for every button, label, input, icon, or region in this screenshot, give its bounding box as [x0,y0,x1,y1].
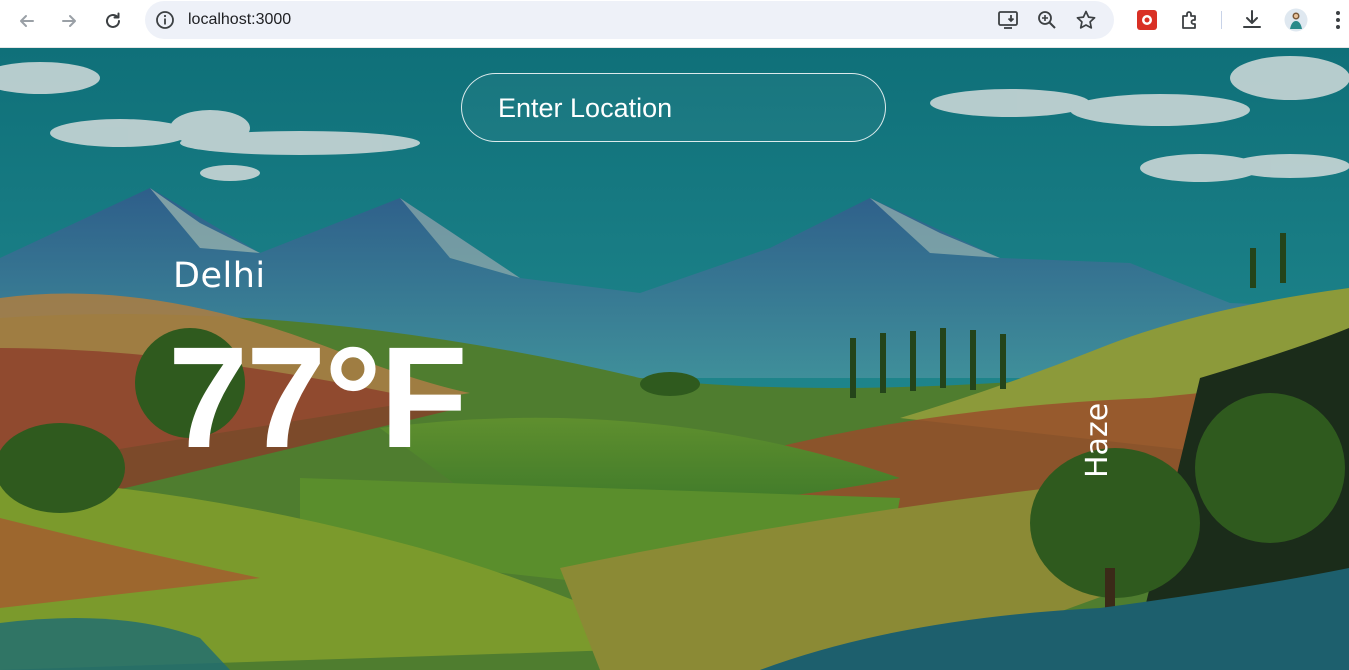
puzzle-icon[interactable] [1178,8,1202,32]
toolbar-divider [1221,11,1222,29]
arrow-left-icon [20,15,34,27]
arrow-right-icon [62,15,76,27]
browser-toolbar: localhost:3000 [0,0,1349,48]
zoom-icon[interactable] [1036,9,1058,31]
back-button[interactable] [12,6,42,36]
install-app-icon[interactable] [997,9,1019,31]
location-search-input[interactable] [498,88,858,128]
weather-app: Delhi 77°F Haze [0,48,1349,670]
city-name: Delhi [173,256,266,296]
extension-app-icon[interactable] [1135,8,1159,32]
info-icon[interactable] [155,10,175,30]
location-search-box[interactable] [461,73,886,142]
reload-icon [106,12,120,28]
address-bar[interactable]: localhost:3000 [145,1,1114,39]
kebab-menu-icon[interactable] [1328,8,1348,32]
reload-button[interactable] [98,6,128,36]
forward-button[interactable] [54,6,84,36]
weather-condition: Haze [1080,402,1115,478]
url-text[interactable]: localhost:3000 [188,11,291,29]
avatar[interactable] [1284,8,1308,32]
temperature-display: 77°F [168,317,468,478]
star-icon[interactable] [1075,9,1097,31]
download-icon[interactable] [1240,8,1264,32]
